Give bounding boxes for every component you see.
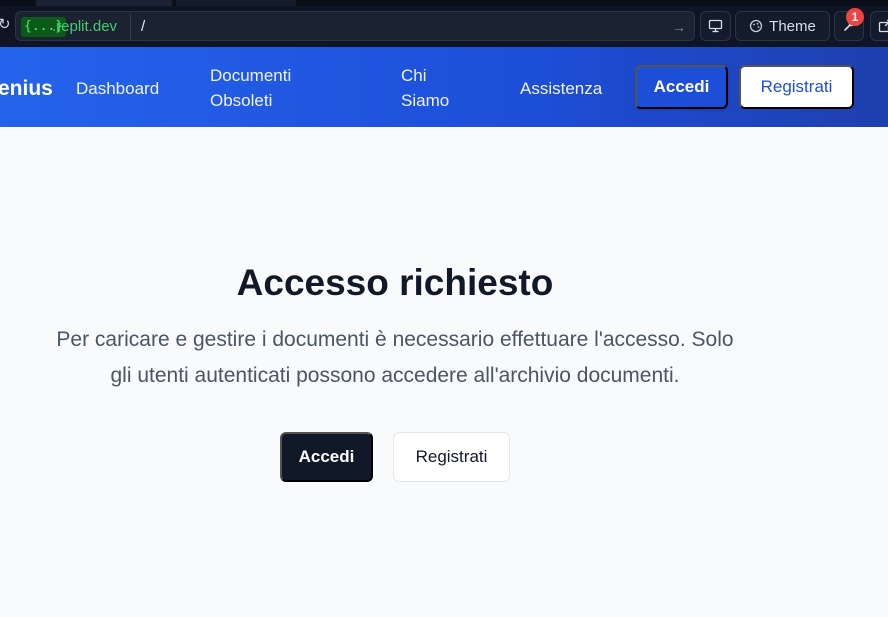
url-domain: .replit.dev [52,18,118,35]
header-login-button[interactable]: Accedi [635,65,728,109]
browser-tab[interactable] [36,0,172,6]
reload-icon[interactable]: ↻ [0,16,11,34]
url-path[interactable]: / [141,17,145,37]
description-line: gli utenti autenticati possono accedere … [110,364,680,387]
login-button[interactable]: Accedi [280,432,373,482]
notification-badge: 1 [846,8,864,26]
app-header: enius Dashboard Documenti Obsoleti Chi S… [0,47,888,127]
browser-toolbar: ↻ {...} .replit.dev / → Theme 1 [0,0,888,47]
nav-link-documenti-obsoleti[interactable]: Documenti Obsoleti [210,63,320,113]
nav-label: Assistenza [520,79,603,98]
nav-link-dashboard[interactable]: Dashboard [76,76,159,101]
open-external-button[interactable] [870,11,888,41]
monitor-icon [708,19,723,33]
theme-button[interactable]: Theme [735,11,830,41]
monitor-button[interactable] [700,11,731,41]
nav-label: Obsoleti [210,91,273,110]
browser-tab[interactable] [176,0,296,6]
arrow-right-icon[interactable]: → [672,17,686,37]
access-description: Per caricare e gestire i documenti è nec… [30,322,760,394]
nav-label: Chi [401,66,427,85]
register-button[interactable]: Registrati [393,432,510,482]
nav-link-chi-siamo[interactable]: Chi Siamo [401,63,461,113]
external-link-icon [878,19,888,33]
theme-label: Theme [769,17,816,35]
nav-label: Documenti [210,66,292,85]
palette-icon [750,19,763,33]
description-line: Per caricare e gestire i documenti è nec… [56,328,734,351]
nav-label: Dashboard [76,79,160,98]
address-bar[interactable]: {...} .replit.dev / → [15,11,695,41]
nav-link-assistenza[interactable]: Assistenza [520,76,602,101]
page-title: Accesso richiesto [236,262,554,303]
header-register-button[interactable]: Registrati [739,65,854,109]
nav-label: Siamo [401,91,450,110]
url-divider [130,14,131,40]
brand-logo[interactable]: enius [0,76,53,102]
